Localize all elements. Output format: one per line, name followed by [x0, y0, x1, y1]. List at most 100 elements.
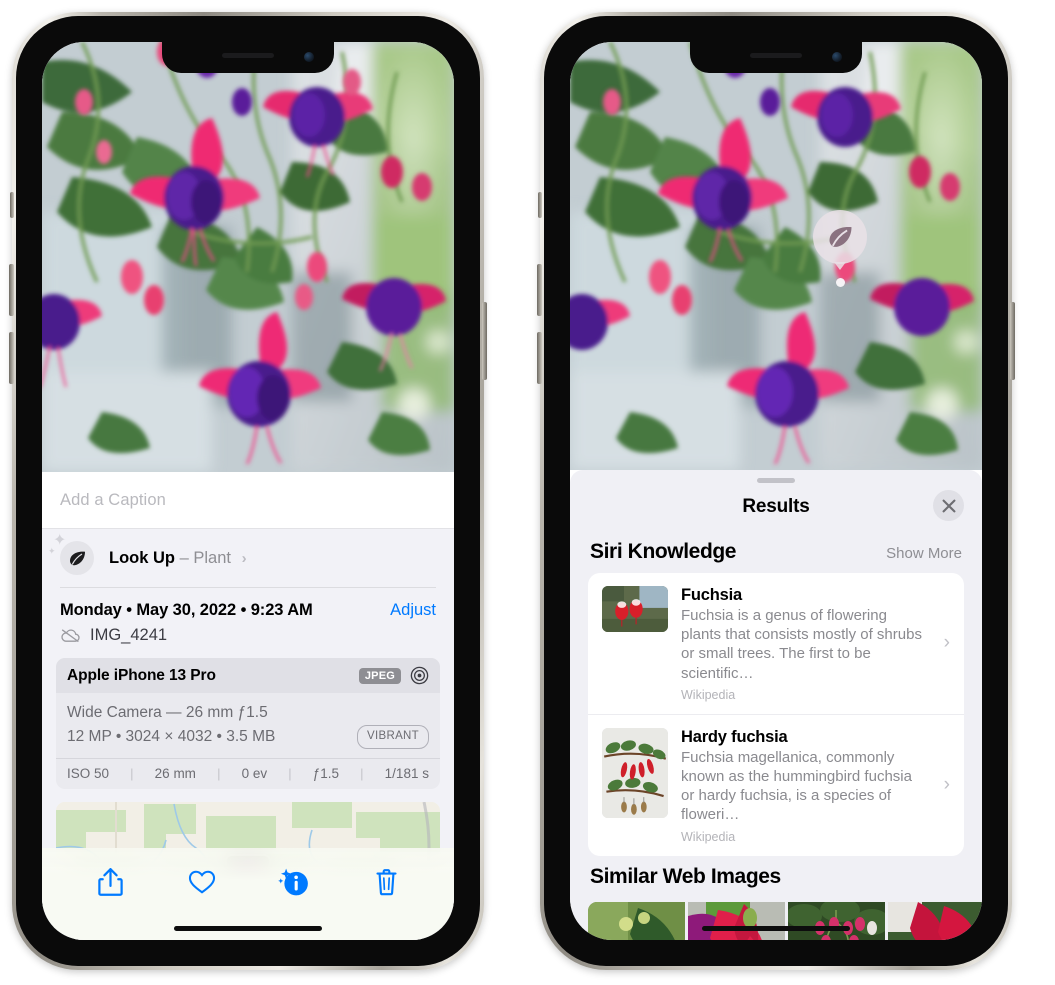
web-image-tile[interactable] [888, 901, 982, 940]
delete-button[interactable] [363, 862, 409, 902]
mute-switch[interactable] [10, 192, 14, 218]
exif-row: ISO 50 | 26 mm | 0 ev | ƒ1.5 | 1/181 s [56, 758, 440, 789]
exif-separator: | [130, 766, 134, 782]
caption-placeholder[interactable]: Add a Caption [60, 491, 166, 510]
fuchsia-purple-red-cluster [888, 901, 982, 940]
iphone-right: Results Siri Knowledge Show More Fuchsia… [537, 12, 1015, 970]
volume-down-button[interactable] [9, 332, 14, 384]
knowledge-text: Hardy fuchsia Fuchsia magellanica, commo… [681, 728, 950, 844]
exif-iso: ISO 50 [67, 766, 110, 782]
exif-focal: 26 mm [154, 766, 196, 782]
format-badge: JPEG [358, 667, 401, 684]
exif-separator: | [360, 766, 364, 782]
exif-shutter: 1/181 s [384, 766, 429, 782]
image-size-info: 12 MP • 3024 × 4032 • 3.5 MB [67, 728, 276, 746]
caption-input-row[interactable]: Add a Caption [42, 472, 454, 529]
results-header: Results [570, 483, 982, 531]
lens-info: Wide Camera — 26 mm ƒ1.5 [67, 704, 268, 721]
close-button[interactable] [933, 490, 964, 521]
chevron-right-icon: › [943, 632, 950, 654]
leaf-icon [829, 226, 851, 247]
volume-up-button[interactable] [537, 264, 542, 316]
camera-card-header: Apple iPhone 13 Pro JPEG [56, 658, 440, 693]
results-sheet: Results Siri Knowledge Show More Fuchsia… [570, 470, 982, 940]
knowledge-title: Fuchsia [681, 586, 742, 604]
file-name: IMG_4241 [90, 626, 168, 644]
fuchsia-bush-buds [788, 901, 885, 940]
aperture-icon [410, 666, 429, 685]
exif-separator: | [217, 766, 221, 782]
screen-left: Add a Caption ✦ ✦ Look Up – Plant › Mond… [42, 42, 454, 940]
mute-switch[interactable] [538, 192, 542, 218]
adjust-button[interactable]: Adjust [390, 601, 436, 620]
hardy-fuchsia-branch-thumb [602, 727, 668, 818]
notch-left [162, 42, 334, 73]
trash-icon [375, 869, 397, 896]
exif-separator: | [288, 766, 292, 782]
sparkle-small-icon: ✦ [48, 546, 56, 556]
volume-up-button[interactable] [9, 264, 14, 316]
leaf-badge: ✦ ✦ [48, 533, 94, 575]
photo-info-sheet: Add a Caption ✦ ✦ Look Up – Plant › Mond… [42, 472, 454, 940]
share-button[interactable] [87, 862, 133, 902]
section-title: Similar Web Images [590, 864, 781, 888]
visual-lookup-anchor-dot [836, 278, 845, 287]
photo-viewer[interactable] [570, 42, 982, 470]
fuchsia-photo [570, 42, 982, 470]
show-more-button[interactable]: Show More [886, 545, 962, 562]
exif-ev: 0 ev [241, 766, 268, 782]
camera-model: Apple iPhone 13 Pro [67, 666, 216, 684]
look-up-title: Look Up [109, 548, 175, 567]
section-title: Siri Knowledge [590, 540, 737, 563]
exif-aperture: ƒ1.5 [312, 766, 340, 782]
photographic-style-badge: VIBRANT [357, 725, 429, 749]
photo-meta-block: Monday • May 30, 2022 • 9:23 AM Adjust I… [42, 588, 454, 645]
siri-knowledge-card: Fuchsia Fuchsia is a genus of flowering … [588, 573, 964, 856]
home-indicator-left[interactable] [174, 926, 322, 931]
knowledge-title: Hardy fuchsia [681, 727, 788, 746]
visual-lookup-leaf-badge[interactable] [813, 210, 867, 270]
knowledge-description: Fuchsia magellanica, commonly known as t… [681, 748, 912, 824]
power-button[interactable] [1010, 302, 1015, 380]
knowledge-row[interactable]: Fuchsia Fuchsia is a genus of flowering … [588, 573, 964, 714]
earpiece-speaker [222, 53, 274, 58]
screen-right: Results Siri Knowledge Show More Fuchsia… [570, 42, 982, 940]
leaf-badge-tail [834, 262, 846, 270]
web-image-tile[interactable] [788, 901, 885, 940]
similar-web-images-header: Similar Web Images [570, 856, 982, 898]
home-indicator-right[interactable] [702, 926, 850, 931]
web-image-tile[interactable] [688, 901, 785, 940]
look-up-subject: Plant [193, 548, 231, 567]
knowledge-row[interactable]: Hardy fuchsia Fuchsia magellanica, commo… [588, 713, 964, 856]
leaf-icon [69, 551, 85, 565]
power-button[interactable] [482, 302, 487, 380]
camera-info-card[interactable]: Apple iPhone 13 Pro JPEG Wide Camera — 2… [56, 658, 440, 790]
knowledge-thumbnail [602, 727, 668, 818]
knowledge-source: Wikipedia [681, 829, 736, 844]
close-icon [942, 499, 955, 512]
chevron-right-icon: › [241, 549, 247, 567]
siri-knowledge-header: Siri Knowledge Show More [570, 531, 982, 573]
info-button[interactable] [271, 862, 317, 902]
chevron-right-icon: › [943, 774, 950, 796]
photo-viewer[interactable] [42, 42, 454, 472]
knowledge-source: Wikipedia [681, 687, 736, 702]
fuchsia-red-closeup [688, 901, 785, 940]
notch-right [690, 42, 862, 73]
icloud-slash-icon [61, 629, 80, 643]
similar-web-images-strip[interactable] [570, 901, 982, 940]
front-camera [304, 52, 314, 62]
look-up-row[interactable]: ✦ ✦ Look Up – Plant › [42, 529, 454, 587]
earpiece-speaker [750, 53, 802, 58]
favorite-button[interactable] [179, 862, 225, 902]
volume-down-button[interactable] [537, 332, 542, 384]
camera-card-body: Wide Camera — 26 mm ƒ1.5 12 MP • 3024 × … [56, 693, 440, 758]
knowledge-thumbnail [602, 586, 668, 632]
knowledge-description: Fuchsia is a genus of flowering plants t… [681, 607, 922, 682]
web-image-tile[interactable] [588, 901, 685, 940]
look-up-label: Look Up – Plant › [109, 549, 247, 568]
share-icon [97, 868, 123, 896]
heart-icon [188, 870, 216, 894]
iphone-left: Add a Caption ✦ ✦ Look Up – Plant › Mond… [9, 12, 487, 970]
fuchsia-photo [42, 42, 454, 472]
